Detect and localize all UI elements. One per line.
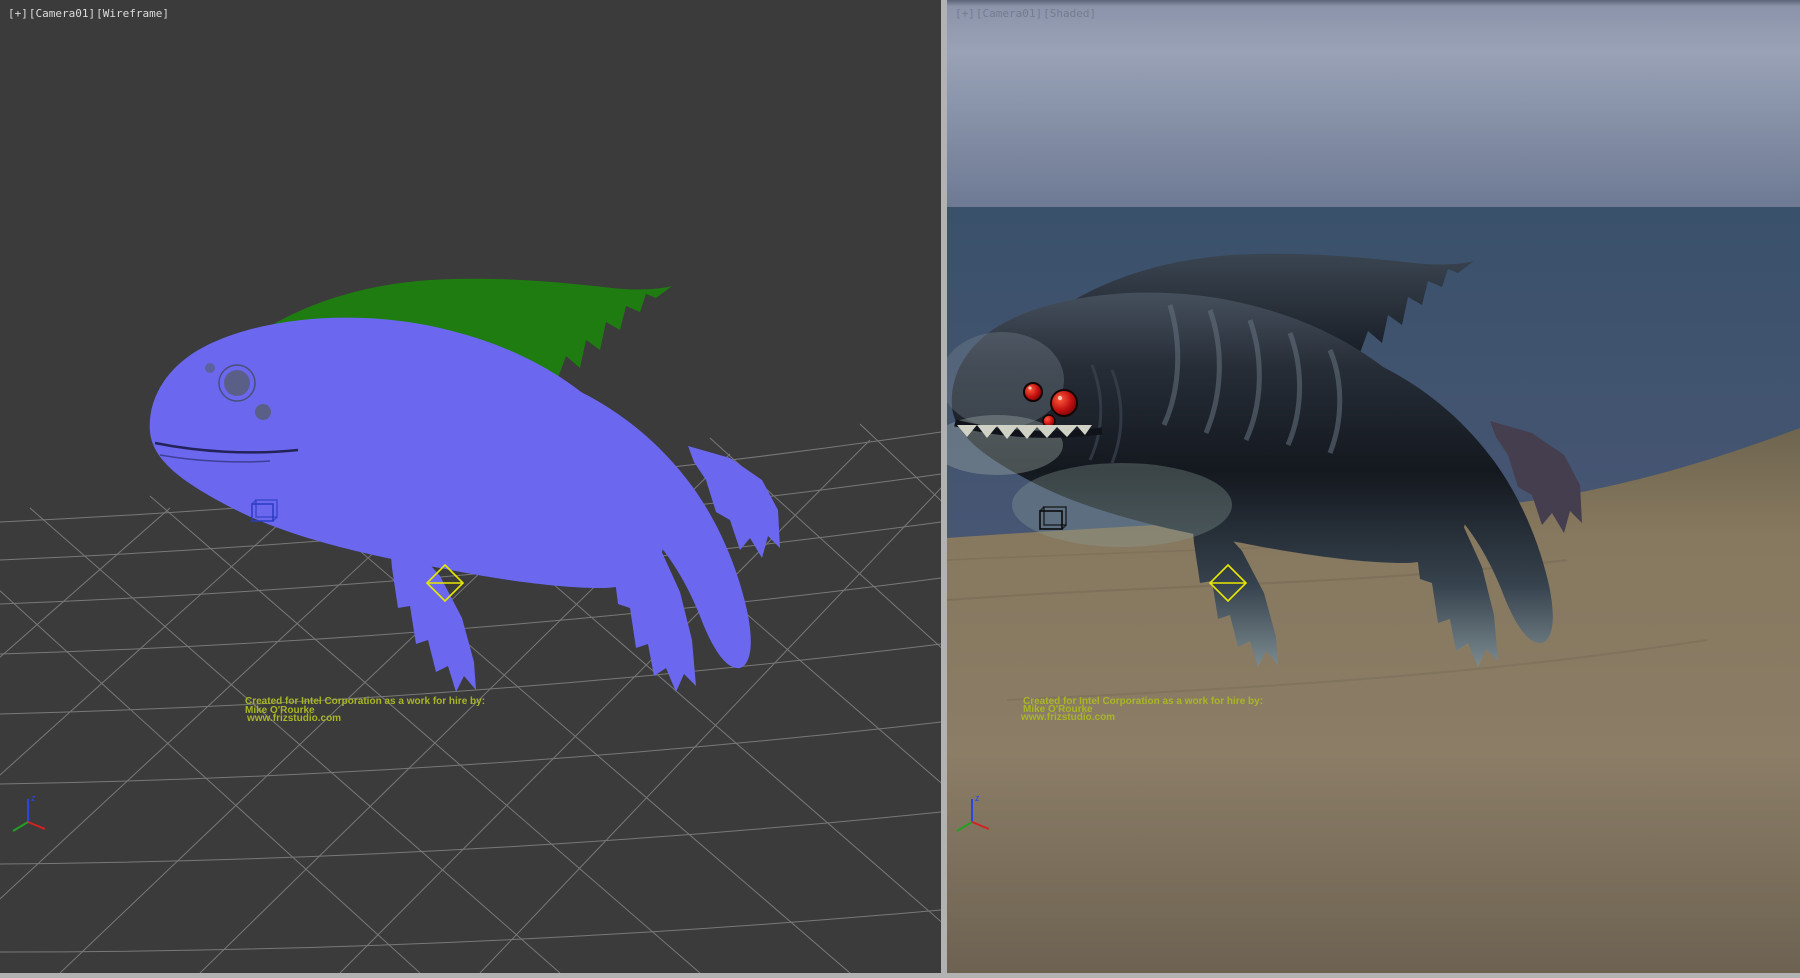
- axis-z-label: z: [31, 793, 36, 803]
- dual-viewport-stage: Created for Intel Corporation as a work …: [0, 0, 1800, 978]
- sky: [947, 0, 1800, 207]
- viewport-menu-general[interactable]: [+]: [955, 7, 975, 20]
- wireframe-scene: Created for Intel Corporation as a work …: [0, 0, 941, 973]
- viewport-menu-shading[interactable]: [Wireframe]: [96, 7, 169, 20]
- viewport-label-right: [+][Camera01][Shaded]: [955, 8, 1097, 20]
- viewport-label-left: [+][Camera01][Wireframe]: [8, 8, 170, 20]
- viewport-menu-shading[interactable]: [Shaded]: [1043, 7, 1096, 20]
- fish-spot: [205, 363, 215, 373]
- fish-eye-spot: [224, 370, 250, 396]
- viewport-menu-camera[interactable]: [Camera01]: [976, 7, 1042, 20]
- viewport-menu-camera[interactable]: [Camera01]: [29, 7, 95, 20]
- credit-line-3: www.frizstudio.com: [246, 713, 341, 724]
- axis-z-label: z: [975, 793, 980, 803]
- viewport-menu-general[interactable]: [+]: [8, 7, 28, 20]
- shaded-scene: Created for Intel Corporation as a work …: [947, 0, 1800, 973]
- viewport-shaded[interactable]: Created for Intel Corporation as a work …: [947, 0, 1800, 973]
- viewport-wireframe[interactable]: Created for Intel Corporation as a work …: [0, 0, 941, 973]
- fish-eye-spot: [255, 404, 271, 420]
- belly-highlight: [1012, 463, 1232, 547]
- credit-line-3: www.frizstudio.com: [1020, 712, 1115, 723]
